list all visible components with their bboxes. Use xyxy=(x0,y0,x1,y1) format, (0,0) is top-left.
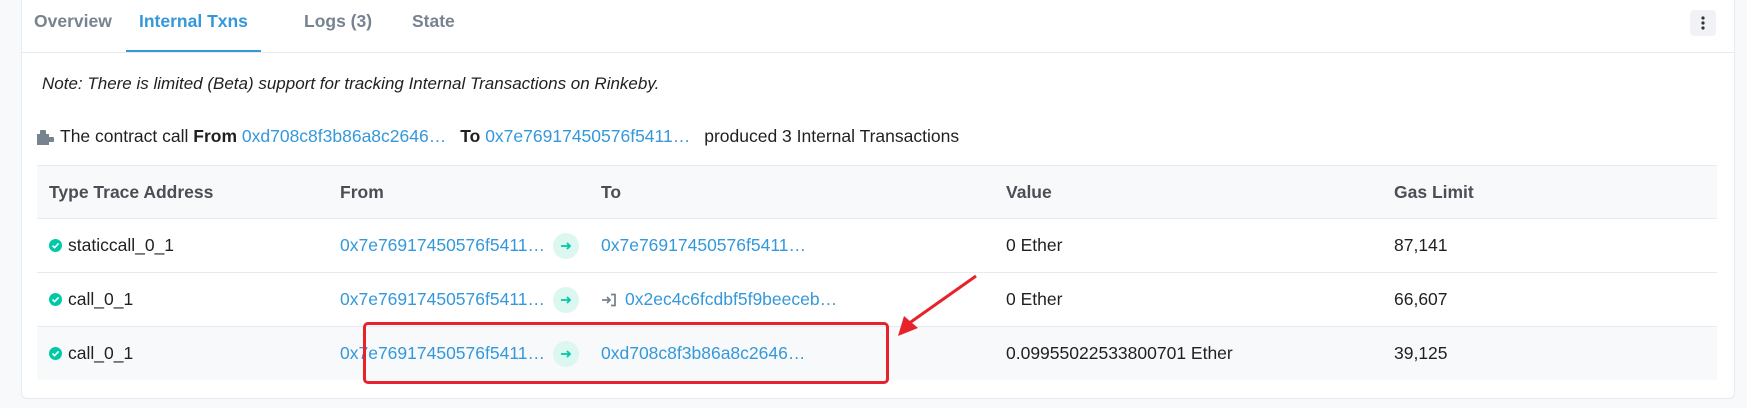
table-row: call_0_1 0x7e76917450576f5411… 0x2ec4c6f… xyxy=(37,273,1717,327)
check-circle-icon xyxy=(49,347,62,360)
type-cell: staticcall_0_1 xyxy=(49,219,174,272)
trace-type: call_0_1 xyxy=(68,289,134,309)
tab-bar: Overview Internal Txns Logs (3) State xyxy=(22,0,1734,53)
trace-type: call_0_1 xyxy=(68,343,134,363)
table-header: Type Trace Address From To Value Gas Lim… xyxy=(37,166,1717,219)
tab-state[interactable]: State xyxy=(412,0,455,52)
trace-type: staticcall_0_1 xyxy=(68,235,175,255)
table-row: call_0_1 0x7e76917450576f5411… 0xd708c8f… xyxy=(37,327,1717,380)
summary-from-label: From xyxy=(193,126,238,146)
contract-call-summary: The contract call From 0xd708c8f3b86a8c2… xyxy=(36,126,959,147)
header-to: To xyxy=(601,181,622,202)
tab-overview[interactable]: Overview xyxy=(34,0,112,52)
value-cell: 0.09955022533800701 Ether xyxy=(1006,343,1233,363)
header-from: From xyxy=(340,181,384,202)
from-address-link[interactable]: 0x7e76917450576f5411… xyxy=(340,219,545,272)
internal-txns-table: Type Trace Address From To Value Gas Lim… xyxy=(37,165,1717,380)
direction-cell xyxy=(553,327,579,380)
type-cell: call_0_1 xyxy=(49,327,133,380)
from-address-link[interactable]: 0x7e76917450576f5411… xyxy=(340,327,545,380)
check-circle-icon xyxy=(49,293,62,306)
gas-limit-cell: 66,607 xyxy=(1394,289,1448,309)
gas-limit-cell: 87,141 xyxy=(1394,235,1448,255)
to-address-link[interactable]: 0xd708c8f3b86a8c2646… xyxy=(601,327,805,380)
tab-logs[interactable]: Logs (3) xyxy=(304,0,372,52)
more-options-button[interactable] xyxy=(1690,10,1716,36)
tab-internal-txns[interactable]: Internal Txns xyxy=(126,0,261,52)
type-cell: call_0_1 xyxy=(49,273,133,326)
header-type-trace: Type Trace Address xyxy=(49,181,214,202)
sign-in-icon xyxy=(602,293,616,306)
value-cell: 0 Ether xyxy=(1006,289,1063,309)
to-cell: 0x2ec4c6fcdbf5f9beeceb… xyxy=(601,273,837,326)
check-circle-icon xyxy=(49,239,62,252)
table-row: staticcall_0_1 0x7e76917450576f5411… 0x7… xyxy=(37,219,1717,273)
summary-suffix: produced 3 Internal Transactions xyxy=(704,126,960,146)
summary-to-address[interactable]: 0x7e76917450576f5411… xyxy=(485,126,690,147)
puzzle-icon xyxy=(37,129,54,145)
to-address-link[interactable]: 0x2ec4c6fcdbf5f9beeceb… xyxy=(625,289,837,310)
arrow-right-icon xyxy=(553,232,579,259)
summary-from-address[interactable]: 0xd708c8f3b86a8c2646… xyxy=(242,126,446,147)
arrow-right-icon xyxy=(553,340,579,367)
summary-prefix: The contract call xyxy=(60,126,189,146)
header-value: Value xyxy=(1006,181,1052,202)
beta-note: Note: There is limited (Beta) support fo… xyxy=(42,74,660,93)
from-address-link[interactable]: 0x7e76917450576f5411… xyxy=(340,273,545,326)
direction-cell xyxy=(553,273,579,326)
gas-limit-cell: 39,125 xyxy=(1394,343,1448,363)
more-vertical-icon xyxy=(1701,16,1705,30)
internal-txns-card: Overview Internal Txns Logs (3) State No… xyxy=(21,0,1735,399)
header-gas-limit: Gas Limit xyxy=(1394,181,1474,202)
value-cell: 0 Ether xyxy=(1006,235,1063,255)
direction-cell xyxy=(553,219,579,272)
arrow-right-icon xyxy=(553,286,579,313)
to-address-link[interactable]: 0x7e76917450576f5411… xyxy=(601,219,806,272)
summary-to-label: To xyxy=(460,126,481,146)
